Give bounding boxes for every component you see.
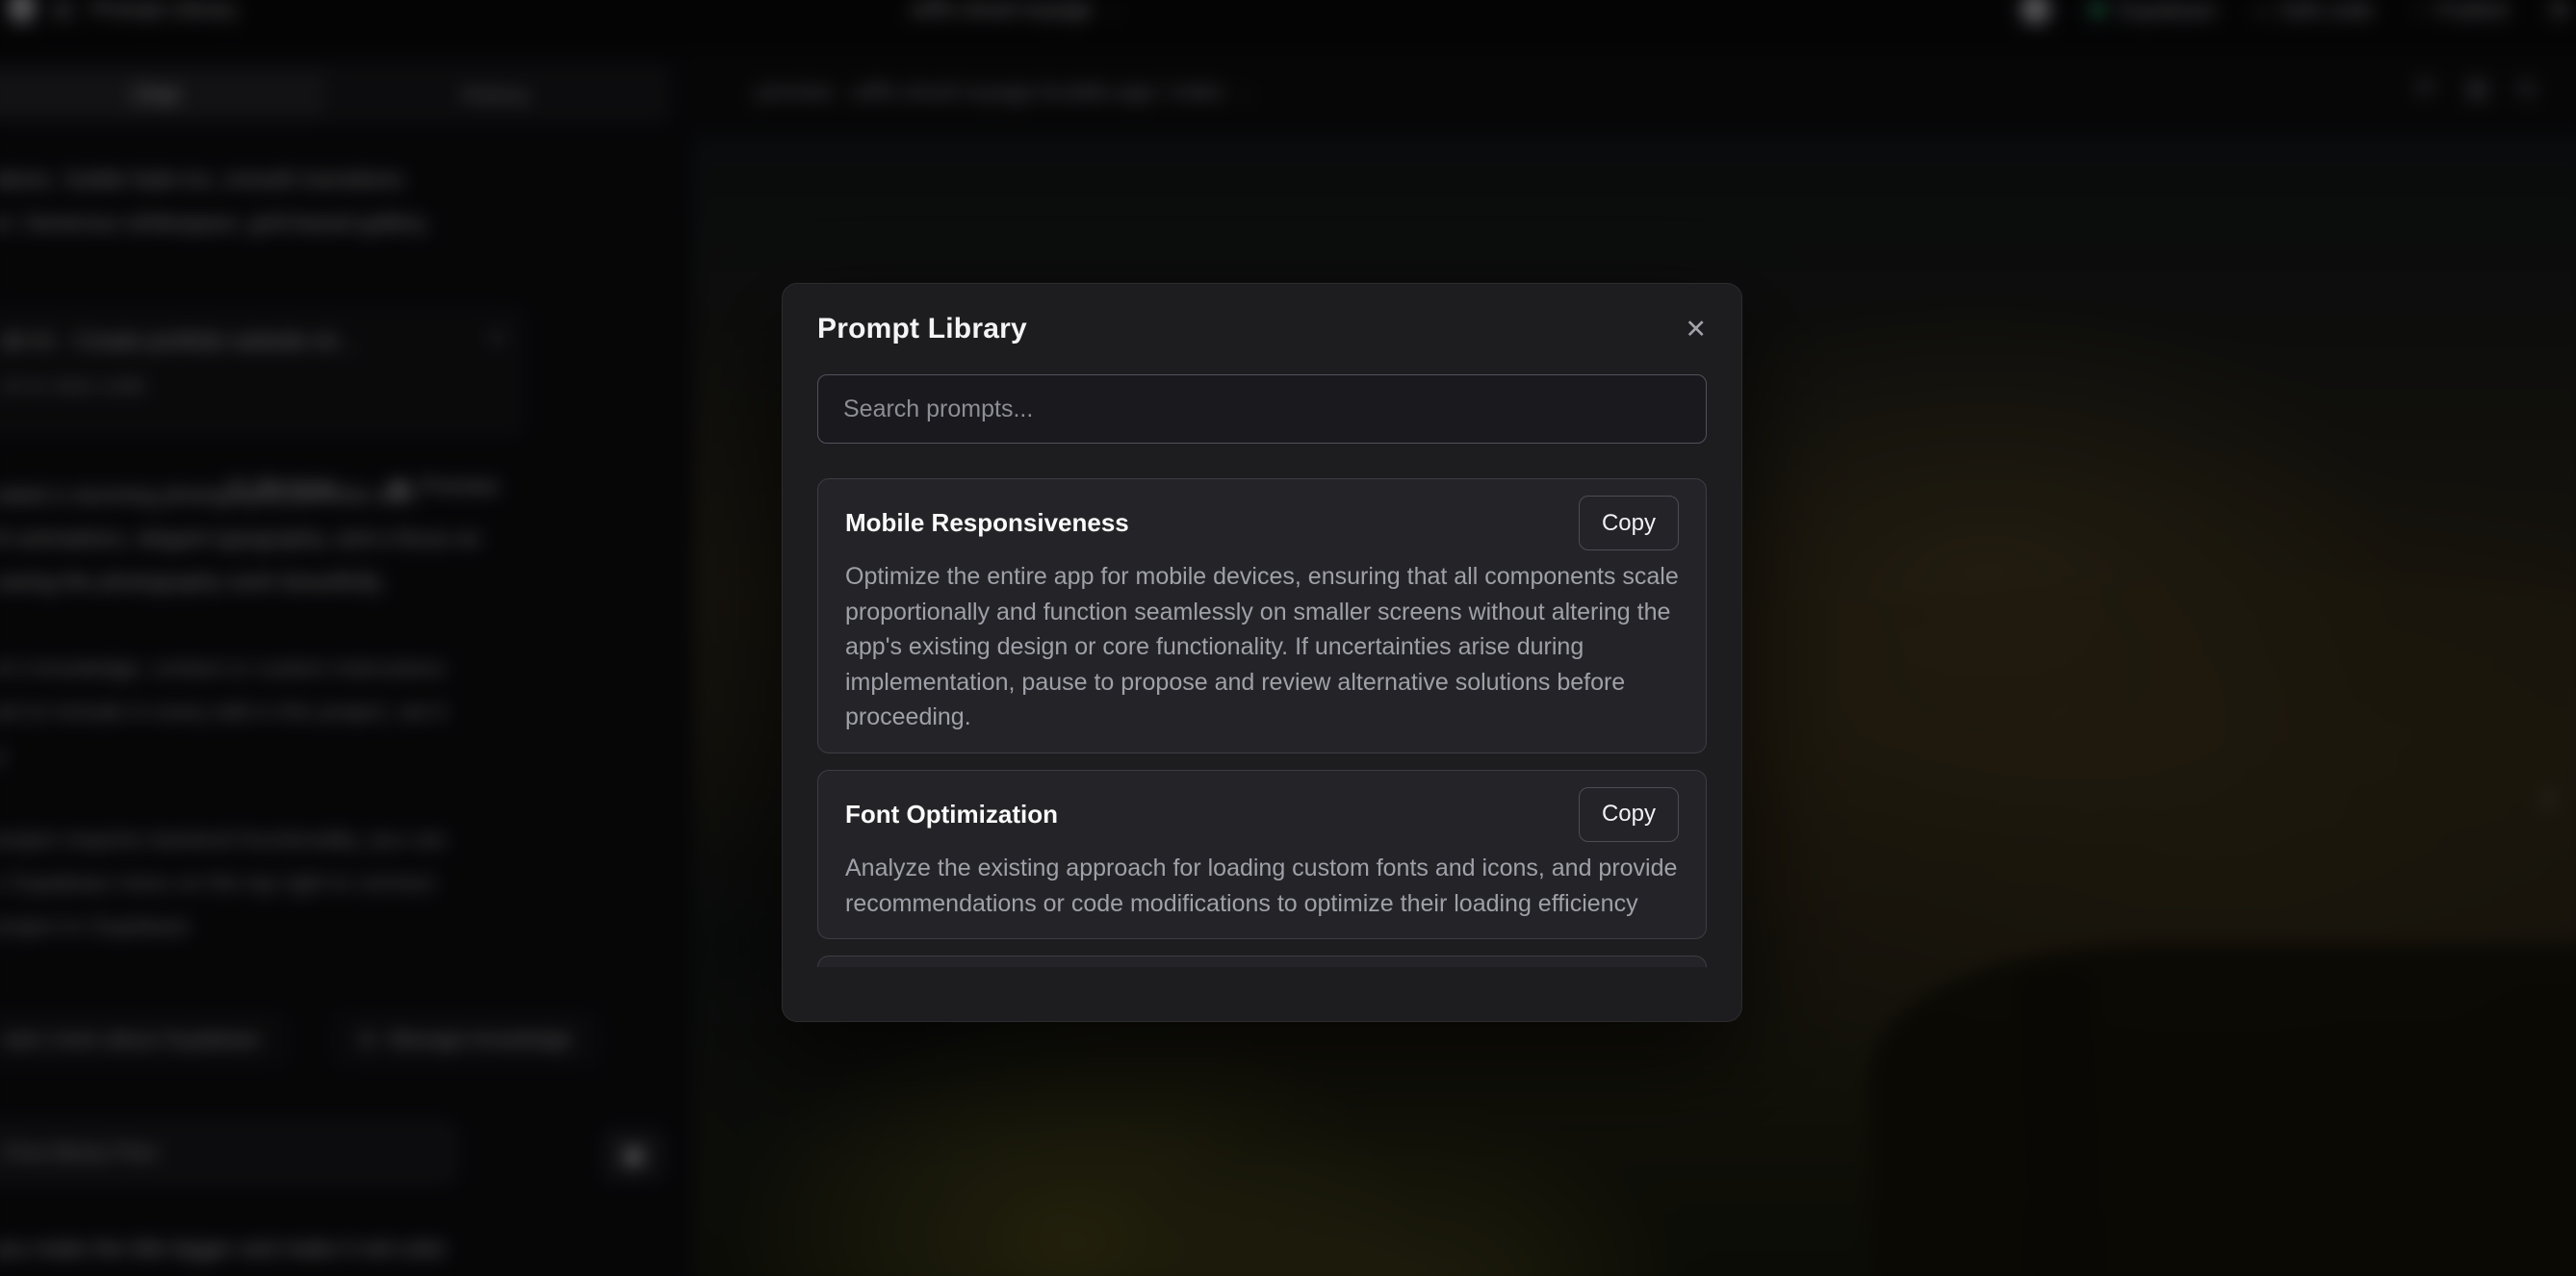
copy-button[interactable]: Copy bbox=[1579, 787, 1679, 842]
prompt-title: Mobile Responsiveness bbox=[845, 508, 1129, 538]
search-input[interactable] bbox=[817, 374, 1707, 444]
prompt-card-font-optimization: Font Optimization Copy Analyze the exist… bbox=[817, 770, 1707, 939]
prompt-title: Font Optimization bbox=[845, 800, 1058, 829]
close-icon[interactable]: ✕ bbox=[1685, 317, 1707, 343]
copy-button[interactable]: Copy bbox=[1579, 496, 1679, 550]
prompt-card-mobile-responsiveness: Mobile Responsiveness Copy Optimize the … bbox=[817, 478, 1707, 753]
modal-title: Prompt Library bbox=[817, 313, 1027, 345]
prompt-card-partially-visible bbox=[817, 956, 1707, 967]
prompt-list[interactable]: Mobile Responsiveness Copy Optimize the … bbox=[817, 478, 1707, 967]
prompt-library-modal: Prompt Library ✕ Mobile Responsiveness C… bbox=[782, 283, 1742, 1022]
app-window: ▤ Prompt Library arffs-cloud-voyage ⌄ Su… bbox=[0, 0, 2576, 1276]
prompt-description: Optimize the entire app for mobile devic… bbox=[845, 559, 1679, 735]
prompt-description: Analyze the existing approach for loadin… bbox=[845, 851, 1679, 921]
